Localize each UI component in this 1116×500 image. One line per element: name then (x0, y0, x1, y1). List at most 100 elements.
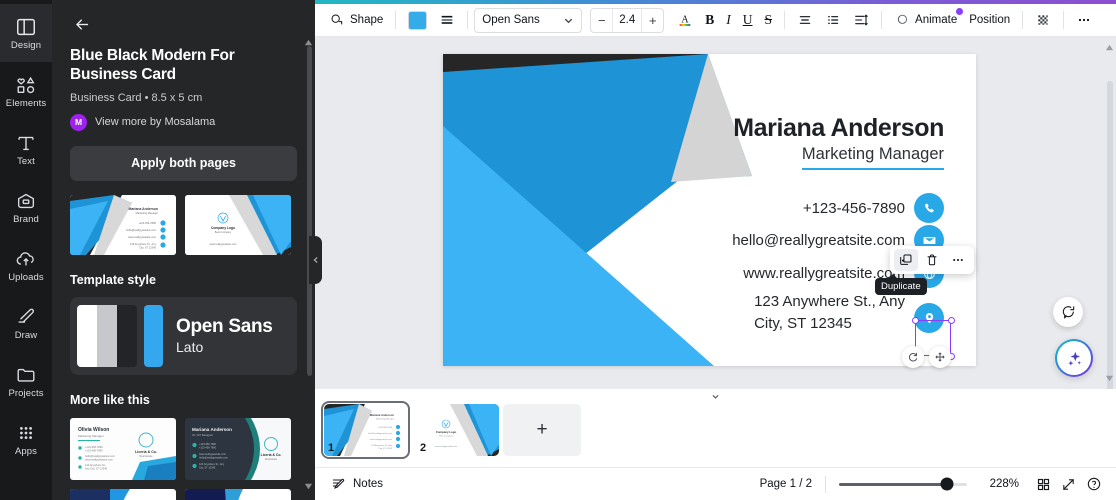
author-link[interactable]: View more by Mosalama (95, 116, 215, 128)
add-page-button[interactable]: + (503, 404, 581, 456)
suggestion-card-2[interactable]: Avery Davis Director Salford & Co. (70, 488, 176, 500)
template-thumb-back[interactable]: Company Logo Best Company www.reallygrea… (185, 194, 291, 255)
element-more-button[interactable] (946, 249, 970, 271)
page-tray: Mariana Anderson Marketing Manager +123-… (315, 389, 1116, 467)
template-preview-pair: Mariana Anderson Marketing Manager +123-… (70, 194, 297, 255)
svg-text:www.reallygreatsite.com: www.reallygreatsite.com (199, 453, 226, 456)
suggestion-card-0[interactable]: Olivia Wilson Marketing Manager +123-456… (70, 417, 176, 480)
underline-button[interactable]: U (737, 7, 759, 33)
notes-button[interactable]: Notes (325, 473, 389, 495)
svg-text:123 Anywhere St., Any: 123 Anywhere St., Any (371, 444, 393, 447)
svg-text:Marketing Manager: Marketing Manager (376, 417, 394, 420)
canvas-scroll-down-icon[interactable] (1105, 374, 1114, 383)
font-size-increase-button[interactable]: + (642, 9, 663, 32)
suggestion-card-3[interactable]: SALFORD Chidi Eze Manager +123-456-7890 (185, 488, 291, 500)
template-thumb-front[interactable]: Mariana Anderson Marketing Manager +123-… (70, 194, 176, 255)
panel-scrollbar[interactable] (307, 46, 312, 376)
svg-text:+123-456-7890: +123-456-7890 (199, 446, 217, 449)
sidebar-item-apps[interactable]: Apps (0, 410, 52, 468)
duplicate-icon (900, 254, 912, 265)
sidebar-item-text[interactable]: Text (0, 120, 52, 178)
card-phone-row[interactable]: +123-456-7890 (803, 193, 944, 223)
underline-label: U (742, 12, 753, 27)
svg-text:www.reallygreatsite.com: www.reallygreatsite.com (210, 243, 237, 246)
fill-color-button[interactable] (402, 7, 433, 33)
svg-text:Liceria & Co.: Liceria & Co. (135, 450, 157, 454)
animate-icon (897, 14, 908, 24)
delete-button[interactable] (920, 249, 944, 271)
more-options-button[interactable] (1070, 7, 1098, 33)
sidebar-item-uploads[interactable]: Uploads (0, 236, 52, 294)
business-card-canvas[interactable]: Mariana Anderson Marketing Manager +123-… (443, 54, 976, 366)
arrow-left-icon (75, 18, 88, 30)
canvas-scrollbar[interactable] (1107, 81, 1113, 389)
move-handle[interactable] (929, 346, 951, 368)
sidebar-item-elements[interactable]: Elements (0, 62, 52, 120)
svg-text:hello@reallygreatsite.com: hello@reallygreatsite.com (126, 228, 156, 232)
svg-text:123 Anywhere St.,: 123 Anywhere St., (85, 463, 106, 467)
zoom-slider[interactable] (839, 477, 967, 491)
template-style-card[interactable]: Open Sans Lato (70, 296, 297, 375)
animate-button[interactable]: Animate (888, 7, 964, 33)
rotate-icon (908, 352, 918, 362)
shape-button[interactable]: Shape (323, 7, 389, 33)
bullet-list-button[interactable] (819, 7, 847, 33)
italic-button[interactable]: I (720, 7, 737, 33)
text-color-button[interactable]: A (671, 7, 699, 33)
sidebar-label-text: Text (17, 155, 35, 167)
strikethrough-button[interactable]: S (759, 7, 779, 33)
canvas-stage[interactable]: Mariana Anderson Marketing Manager +123-… (315, 37, 1116, 389)
sidebar-label-apps: Apps (14, 445, 38, 457)
svg-text:Marketing Manager: Marketing Manager (78, 434, 104, 438)
rotate-handle[interactable] (902, 346, 924, 368)
magic-studio-button[interactable] (1055, 339, 1093, 377)
svg-text:www.reallygreatsite.com: www.reallygreatsite.com (435, 445, 458, 448)
panel-scroll-down-icon[interactable] (304, 482, 313, 491)
zoom-slider-fill (839, 482, 947, 486)
add-comment-button[interactable] (1053, 297, 1083, 327)
tray-collapse-button[interactable] (692, 389, 739, 404)
page-thumb-1[interactable]: Mariana Anderson Marketing Manager +123-… (321, 401, 410, 459)
strikethrough-label: S (764, 12, 773, 27)
help-button[interactable] (1081, 472, 1106, 497)
card-address-line2: City, ST 12345 (754, 314, 852, 332)
sidebar-item-design[interactable]: Design (0, 4, 52, 62)
card-name[interactable]: Mariana Anderson (733, 116, 944, 141)
toolbar-divider-5 (1022, 11, 1024, 29)
svg-text:Any City, ST 12345: Any City, ST 12345 (85, 466, 108, 470)
text-align-button[interactable] (791, 7, 819, 33)
zoom-slider-knob[interactable] (940, 477, 954, 491)
sidebar-label-elements: Elements (5, 97, 47, 109)
transparency-icon (1038, 15, 1048, 25)
duplicate-button[interactable] (894, 249, 918, 271)
sidebar-item-brand[interactable]: Brand (0, 178, 52, 236)
canvas-scroll-up-icon[interactable] (1105, 43, 1114, 52)
position-button[interactable]: Position (963, 7, 1016, 33)
font-size-input[interactable]: 2.4 (612, 8, 643, 32)
resize-handle-tl[interactable] (911, 316, 919, 324)
apply-both-pages-button[interactable]: Apply both pages (70, 145, 297, 181)
panel-back-button[interactable] (66, 8, 98, 40)
bold-button[interactable]: B (699, 7, 720, 33)
page-thumb-2[interactable]: Company Logo Best Company www.reallygrea… (416, 404, 499, 456)
shape-label: Shape (350, 14, 384, 26)
font-size-decrease-button[interactable]: − (591, 9, 612, 32)
style-fonts: Open Sans Lato (176, 316, 273, 355)
grid-view-button[interactable] (1031, 472, 1056, 497)
line-spacing-button[interactable] (847, 7, 875, 33)
svg-text:Mariana Anderson: Mariana Anderson (192, 427, 232, 432)
suggestion-card-1[interactable]: Mariana Anderson UI / UX Designer +123-4… (185, 417, 291, 480)
svg-text:Real Estate: Real Estate (265, 458, 278, 461)
font-color-icon: A (679, 15, 691, 26)
card-role[interactable]: Marketing Manager (801, 146, 944, 170)
sidebar-item-projects[interactable]: Projects (0, 352, 52, 410)
font-family-select[interactable]: Open Sans (474, 7, 583, 33)
card-phone: +123-456-7890 (802, 199, 905, 217)
transparency-button[interactable] (1029, 7, 1057, 33)
line-style-button[interactable] (433, 7, 461, 33)
sidebar-item-draw[interactable]: Draw (0, 294, 52, 352)
resize-handle-tr[interactable] (947, 316, 955, 324)
template-author[interactable]: M View more by Mosalama (70, 113, 297, 131)
fullscreen-button[interactable] (1056, 472, 1081, 497)
panel-collapse-handle[interactable] (309, 236, 322, 284)
